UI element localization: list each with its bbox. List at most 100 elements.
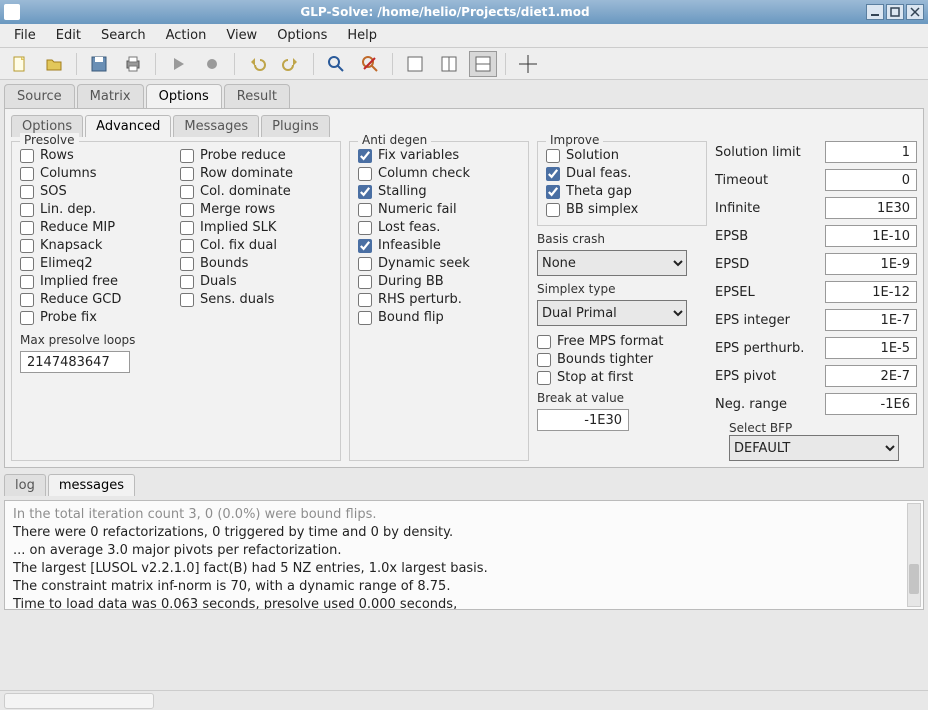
antidegen-stalling[interactable]: Stalling — [358, 184, 520, 199]
presolve-columns-checkbox[interactable] — [20, 167, 34, 181]
presolve-lin-dep--checkbox[interactable] — [20, 203, 34, 217]
tab-result[interactable]: Result — [224, 84, 290, 108]
layout-split-h-icon[interactable] — [469, 51, 497, 77]
improve-dual-feas--checkbox[interactable] — [546, 167, 560, 181]
maximize-button[interactable] — [886, 4, 904, 20]
presolve-implied-free[interactable]: Implied free — [20, 274, 172, 289]
presolve-merge-rows[interactable]: Merge rows — [180, 202, 332, 217]
simplex-type-select[interactable]: Dual Primal — [537, 300, 687, 326]
tab-matrix[interactable]: Matrix — [77, 84, 144, 108]
redo-icon[interactable] — [277, 51, 305, 77]
presolve-reduce-mip[interactable]: Reduce MIP — [20, 220, 172, 235]
numeric-input-epsb[interactable] — [825, 225, 917, 247]
subtab-messages[interactable]: Messages — [173, 115, 259, 137]
presolve-implied-slk[interactable]: Implied SLK — [180, 220, 332, 235]
menu-search[interactable]: Search — [93, 26, 154, 45]
numeric-input-eps-integer[interactable] — [825, 309, 917, 331]
presolve-knapsack[interactable]: Knapsack — [20, 238, 172, 253]
break-at-input[interactable] — [537, 409, 629, 431]
presolve-row-dominate[interactable]: Row dominate — [180, 166, 332, 181]
antidegen-bound-flip-checkbox[interactable] — [358, 311, 372, 325]
tab-source[interactable]: Source — [4, 84, 75, 108]
presolve-col-fix-dual[interactable]: Col. fix dual — [180, 238, 332, 253]
run-icon[interactable] — [164, 51, 192, 77]
numeric-input-infinite[interactable] — [825, 197, 917, 219]
messages-scrollbar[interactable] — [907, 503, 921, 607]
presolve-row-dominate-checkbox[interactable] — [180, 167, 194, 181]
presolve-probe-fix-checkbox[interactable] — [20, 311, 34, 325]
presolve-col-dominate[interactable]: Col. dominate — [180, 184, 332, 199]
antidegen-rhs-perturb-[interactable]: RHS perturb. — [358, 292, 520, 307]
layout-single-icon[interactable] — [401, 51, 429, 77]
misc-bounds-tighter[interactable]: Bounds tighter — [537, 352, 707, 367]
antidegen-numeric-fail-checkbox[interactable] — [358, 203, 372, 217]
new-file-icon[interactable] — [6, 51, 34, 77]
zoom-in-icon[interactable] — [322, 51, 350, 77]
zoom-reset-icon[interactable] — [356, 51, 384, 77]
subtab-plugins[interactable]: Plugins — [261, 115, 330, 137]
subtab-advanced[interactable]: Advanced — [85, 115, 171, 137]
numeric-input-epsel[interactable] — [825, 281, 917, 303]
numeric-input-epsd[interactable] — [825, 253, 917, 275]
antidegen-fix-variables[interactable]: Fix variables — [358, 148, 520, 163]
antidegen-lost-feas--checkbox[interactable] — [358, 221, 372, 235]
print-icon[interactable] — [119, 51, 147, 77]
numeric-input-neg-range[interactable] — [825, 393, 917, 415]
antidegen-lost-feas-[interactable]: Lost feas. — [358, 220, 520, 235]
presolve-elimeq2-checkbox[interactable] — [20, 257, 34, 271]
presolve-elimeq2[interactable]: Elimeq2 — [20, 256, 172, 271]
menu-action[interactable]: Action — [158, 26, 215, 45]
numeric-input-solution-limit[interactable] — [825, 141, 917, 163]
misc-stop-at-first[interactable]: Stop at first — [537, 370, 707, 385]
basis-crash-select[interactable]: None — [537, 250, 687, 276]
improve-solution[interactable]: Solution — [546, 148, 698, 163]
presolve-duals-checkbox[interactable] — [180, 275, 194, 289]
presolve-sos-checkbox[interactable] — [20, 185, 34, 199]
presolve-rows[interactable]: Rows — [20, 148, 172, 163]
numeric-input-timeout[interactable] — [825, 169, 917, 191]
menu-help[interactable]: Help — [339, 26, 385, 45]
scrollbar-thumb[interactable] — [909, 564, 919, 594]
presolve-bounds[interactable]: Bounds — [180, 256, 332, 271]
improve-theta-gap-checkbox[interactable] — [546, 185, 560, 199]
presolve-probe-reduce-checkbox[interactable] — [180, 149, 194, 163]
improve-solution-checkbox[interactable] — [546, 149, 560, 163]
stop-icon[interactable] — [198, 51, 226, 77]
menu-view[interactable]: View — [218, 26, 265, 45]
antidegen-stalling-checkbox[interactable] — [358, 185, 372, 199]
save-icon[interactable] — [85, 51, 113, 77]
presolve-columns[interactable]: Columns — [20, 166, 172, 181]
misc-stop-at-first-checkbox[interactable] — [537, 371, 551, 385]
improve-bb-simplex-checkbox[interactable] — [546, 203, 560, 217]
presolve-probe-fix[interactable]: Probe fix — [20, 310, 172, 325]
bottom-tab-messages[interactable]: messages — [48, 474, 135, 496]
presolve-lin-dep-[interactable]: Lin. dep. — [20, 202, 172, 217]
antidegen-column-check-checkbox[interactable] — [358, 167, 372, 181]
antidegen-column-check[interactable]: Column check — [358, 166, 520, 181]
antidegen-bound-flip[interactable]: Bound flip — [358, 310, 520, 325]
minimize-button[interactable] — [866, 4, 884, 20]
layout-split-v-icon[interactable] — [435, 51, 463, 77]
antidegen-fix-variables-checkbox[interactable] — [358, 149, 372, 163]
improve-dual-feas-[interactable]: Dual feas. — [546, 166, 698, 181]
presolve-rows-checkbox[interactable] — [20, 149, 34, 163]
presolve-probe-reduce[interactable]: Probe reduce — [180, 148, 332, 163]
open-file-icon[interactable] — [40, 51, 68, 77]
numeric-input-eps-pivot[interactable] — [825, 365, 917, 387]
tab-options[interactable]: Options — [146, 84, 222, 108]
presolve-col-dominate-checkbox[interactable] — [180, 185, 194, 199]
antidegen-rhs-perturb--checkbox[interactable] — [358, 293, 372, 307]
max-presolve-loops-input[interactable] — [20, 351, 130, 373]
antidegen-infeasible[interactable]: Infeasible — [358, 238, 520, 253]
presolve-reduce-gcd[interactable]: Reduce GCD — [20, 292, 172, 307]
antidegen-infeasible-checkbox[interactable] — [358, 239, 372, 253]
misc-free-mps-format[interactable]: Free MPS format — [537, 334, 707, 349]
menu-edit[interactable]: Edit — [48, 26, 89, 45]
presolve-implied-free-checkbox[interactable] — [20, 275, 34, 289]
presolve-sens-duals[interactable]: Sens. duals — [180, 292, 332, 307]
crosshair-icon[interactable] — [514, 51, 542, 77]
presolve-knapsack-checkbox[interactable] — [20, 239, 34, 253]
close-button[interactable] — [906, 4, 924, 20]
presolve-implied-slk-checkbox[interactable] — [180, 221, 194, 235]
presolve-col-fix-dual-checkbox[interactable] — [180, 239, 194, 253]
